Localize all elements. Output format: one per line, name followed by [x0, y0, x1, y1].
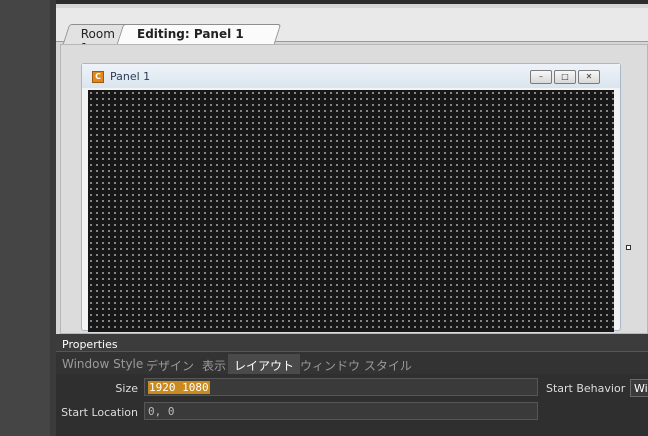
- panel-window[interactable]: C Panel 1 – □ ✕: [81, 63, 621, 332]
- props-tab-window-style[interactable]: Window Style: [62, 357, 143, 371]
- resize-handle[interactable]: [626, 245, 631, 250]
- start-location-input[interactable]: 0, 0: [144, 402, 538, 420]
- properties-pane: Properties Window Style デザイン 表示 レイアウト ウィ…: [56, 334, 648, 436]
- start-behavior-label: Start Behavior: [546, 382, 626, 395]
- props-tab-design[interactable]: デザイン: [146, 357, 194, 374]
- props-tab-display[interactable]: 表示: [202, 357, 226, 374]
- tab-editing-panel-1-label: Editing: Panel 1: [137, 27, 244, 41]
- panel-titlebar[interactable]: C Panel 1 – □ ✕: [82, 64, 620, 88]
- start-behavior-select[interactable]: Wi: [630, 379, 648, 397]
- panel-app-icon: C: [92, 71, 104, 83]
- tab-editing-panel-1[interactable]: Editing: Panel 1: [116, 24, 282, 44]
- start-location-row: Start Location 0, 0: [56, 402, 648, 422]
- panel-title: Panel 1: [110, 70, 151, 83]
- minimize-icon[interactable]: –: [530, 70, 552, 84]
- design-canvas: C Panel 1 – □ ✕: [60, 44, 648, 334]
- maximize-icon[interactable]: □: [554, 70, 576, 84]
- document-tab-bar: Room 1 Editing: Panel 1: [56, 8, 648, 55]
- properties-tab-strip: Window Style デザイン 表示 レイアウト ウィンドウ スタイル: [56, 352, 648, 374]
- size-value: 1920 1080: [148, 381, 210, 394]
- props-tab-window-style-jp[interactable]: ウィンドウ スタイル: [300, 357, 412, 374]
- close-icon[interactable]: ✕: [578, 70, 600, 84]
- size-row: Size 1920 1080 Start Behavior Wi: [56, 378, 648, 398]
- props-tab-layout[interactable]: レイアウト: [228, 354, 301, 374]
- editor-area: Room 1 Editing: Panel 1 C Panel 1 – □ ✕: [56, 0, 648, 334]
- size-label: Size: [115, 382, 138, 395]
- size-input[interactable]: 1920 1080: [144, 378, 538, 396]
- panel-grid-surface[interactable]: [88, 90, 614, 332]
- start-location-label: Start Location: [61, 406, 138, 419]
- left-sidebar-strip: [0, 0, 50, 436]
- properties-header: Properties: [56, 334, 648, 352]
